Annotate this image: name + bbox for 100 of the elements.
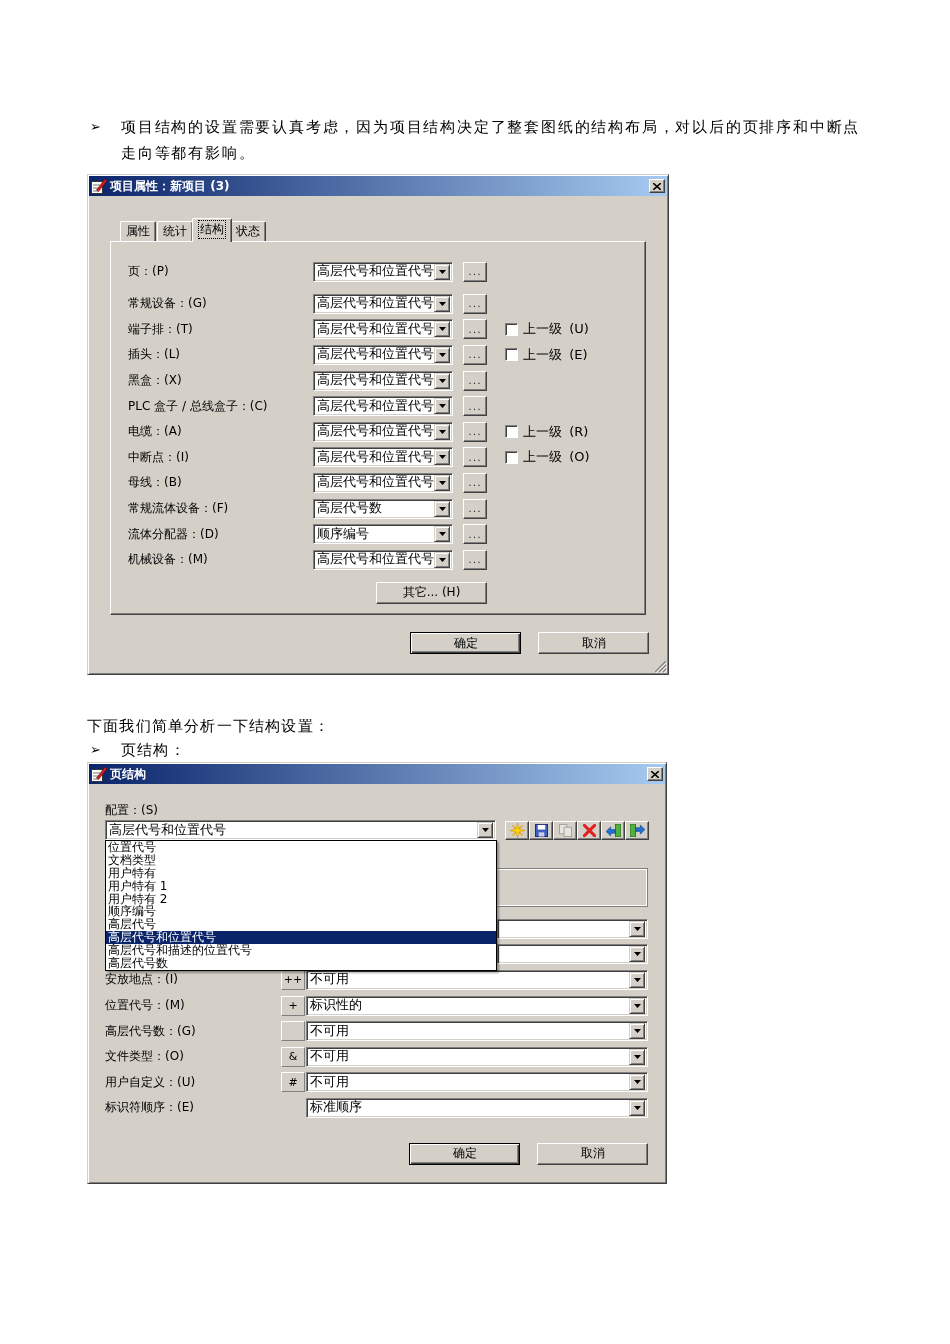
caret-icon	[629, 920, 645, 937]
dropdown-field[interactable]: 不可用	[306, 970, 648, 990]
dropdown-field[interactable]: 高层代号和位置代号	[313, 396, 453, 417]
checkbox[interactable]	[505, 450, 518, 464]
dropdown-option[interactable]: 用户特有	[106, 866, 496, 880]
caret-icon	[477, 822, 493, 838]
field-label: 插头：(L)	[128, 346, 182, 364]
section-heading: 页结构：	[121, 741, 186, 760]
dialog-button[interactable]: 取消	[537, 1142, 648, 1165]
dropdown-field[interactable]: 高层代号和位置代号	[313, 261, 453, 282]
dropdown-field[interactable]: 标准顺序	[306, 1097, 648, 1118]
dropdown-option[interactable]: 位置代号	[106, 841, 496, 854]
dropdown-option[interactable]: 高层代号和描述的位置代号	[106, 944, 496, 957]
ellipsis-button[interactable]: ...	[463, 370, 487, 391]
ellipsis-button[interactable]: ...	[463, 549, 487, 570]
dropdown-option[interactable]: 用户特有 2	[106, 892, 496, 906]
app-icon	[91, 766, 107, 782]
checkbox-label[interactable]: 上一级 (O)	[523, 448, 590, 467]
ellipsis-button[interactable]: ...	[463, 472, 487, 493]
dropdown-option[interactable]: 文档类型	[106, 853, 496, 867]
field-label: 位置代号：(M)	[105, 997, 186, 1015]
ellipsis-button[interactable]: ...	[463, 293, 487, 314]
field-label: 中断点：(I)	[128, 448, 190, 466]
dropdown-option[interactable]: 高层代号和位置代号	[106, 931, 496, 945]
dropdown-field[interactable]: 高层代号和位置代号	[313, 549, 453, 570]
toolbar-button[interactable]	[577, 820, 601, 840]
toolbar-button[interactable]	[601, 820, 625, 840]
toolbar-button[interactable]	[529, 820, 553, 840]
ellipsis-button[interactable]: ...	[463, 447, 487, 468]
dropdown-field[interactable]	[497, 944, 648, 965]
field-label: 黑盒：(X)	[128, 372, 183, 390]
dropdown-field[interactable]: 高层代号和位置代号	[313, 293, 453, 314]
dropdown-field[interactable]: 高层代号和位置代号	[105, 820, 496, 840]
bullet-marker: ➢	[90, 118, 101, 136]
dropdown-field[interactable]: 不可用	[306, 1046, 648, 1067]
checkbox-label[interactable]: 上一级 (U)	[523, 320, 589, 339]
toolbar-button[interactable]	[505, 820, 529, 840]
dialog-button[interactable]: 确定	[410, 632, 521, 654]
caret-icon	[629, 946, 645, 963]
caret-icon	[629, 1023, 645, 1040]
dropdown-field[interactable]: 高层代号和位置代号	[313, 421, 453, 442]
field-label: PLC 盒子 / 总线盒子：(C)	[128, 397, 269, 415]
ellipsis-button[interactable]: ...	[463, 498, 487, 519]
dropdown-option[interactable]: 高层代号数	[106, 957, 496, 970]
dropdown-field[interactable]: 高层代号和位置代号	[313, 472, 453, 493]
toolbar-button[interactable]	[625, 820, 649, 840]
checkbox[interactable]	[505, 322, 518, 336]
caret-icon	[434, 372, 450, 389]
ellipsis-button[interactable]: ...	[463, 344, 487, 365]
close-button[interactable]	[647, 767, 663, 781]
checkbox-label[interactable]: 上一级 (E)	[523, 345, 588, 364]
dropdown-field[interactable]: 顺序编号	[313, 524, 453, 545]
dropdown-field[interactable]: 高层代号数	[313, 498, 453, 519]
tab[interactable]: 属性	[120, 221, 156, 241]
checkbox-label[interactable]: 上一级 (R)	[523, 422, 589, 441]
dropdown-field[interactable]: 高层代号和位置代号	[313, 319, 453, 340]
checkbox[interactable]	[505, 348, 518, 362]
dropdown-field[interactable]: 不可用	[306, 1021, 648, 1042]
close-button[interactable]	[649, 179, 665, 193]
field-label: 文件类型：(O)	[105, 1048, 185, 1066]
dialog-button[interactable]: 取消	[538, 632, 649, 654]
dropdown-field[interactable]	[497, 918, 648, 939]
caret-icon	[434, 551, 450, 568]
caret-icon	[434, 263, 450, 280]
dropdown-field[interactable]: 高层代号和位置代号	[313, 370, 453, 391]
caret-icon	[629, 1048, 645, 1065]
dropdown-field[interactable]: 高层代号和位置代号	[313, 344, 453, 365]
dropdown-option[interactable]: 高层代号	[106, 918, 496, 932]
dialog-button[interactable]: 确定	[409, 1142, 520, 1165]
field-label: 电缆：(A)	[128, 423, 183, 441]
field-label: 配置：(S)	[105, 803, 158, 817]
ellipsis-button[interactable]: ...	[463, 524, 487, 545]
ellipsis-button[interactable]: ...	[463, 421, 487, 442]
caret-icon	[434, 295, 450, 312]
field-label: 机械设备：(M)	[128, 551, 209, 569]
dropdown-option[interactable]: 顺序编号	[106, 905, 496, 919]
tab[interactable]: 结构	[192, 218, 232, 242]
dropdown-field[interactable]: 不可用	[306, 1072, 648, 1093]
caret-icon	[434, 321, 450, 338]
ellipsis-button[interactable]: ...	[463, 396, 487, 417]
field-label: 常规设备：(G)	[128, 295, 208, 313]
copy-icon	[558, 823, 572, 837]
ellipsis-button[interactable]: ...	[463, 319, 487, 340]
caret-icon	[434, 474, 450, 491]
dropdown-field[interactable]: 高层代号和位置代号	[313, 447, 453, 468]
caret-icon	[434, 398, 450, 415]
caret-icon	[629, 1074, 645, 1091]
checkbox[interactable]	[505, 425, 518, 439]
caret-icon	[629, 972, 645, 988]
field-label: 页：(P)	[128, 263, 170, 281]
dropdown-field[interactable]: 标识性的	[306, 995, 648, 1016]
field-label: 高层代号数：(G)	[105, 1022, 197, 1040]
other-button[interactable]: 其它... (H)	[376, 581, 487, 604]
close-icon	[651, 770, 659, 778]
tab[interactable]: 统计	[157, 221, 193, 241]
tab[interactable]: 状态	[230, 221, 266, 241]
dropdown-option[interactable]: 用户特有 1	[106, 879, 496, 893]
resize-grip-icon[interactable]	[655, 661, 667, 673]
ellipsis-button[interactable]: ...	[463, 261, 487, 282]
caret-icon	[434, 526, 450, 543]
